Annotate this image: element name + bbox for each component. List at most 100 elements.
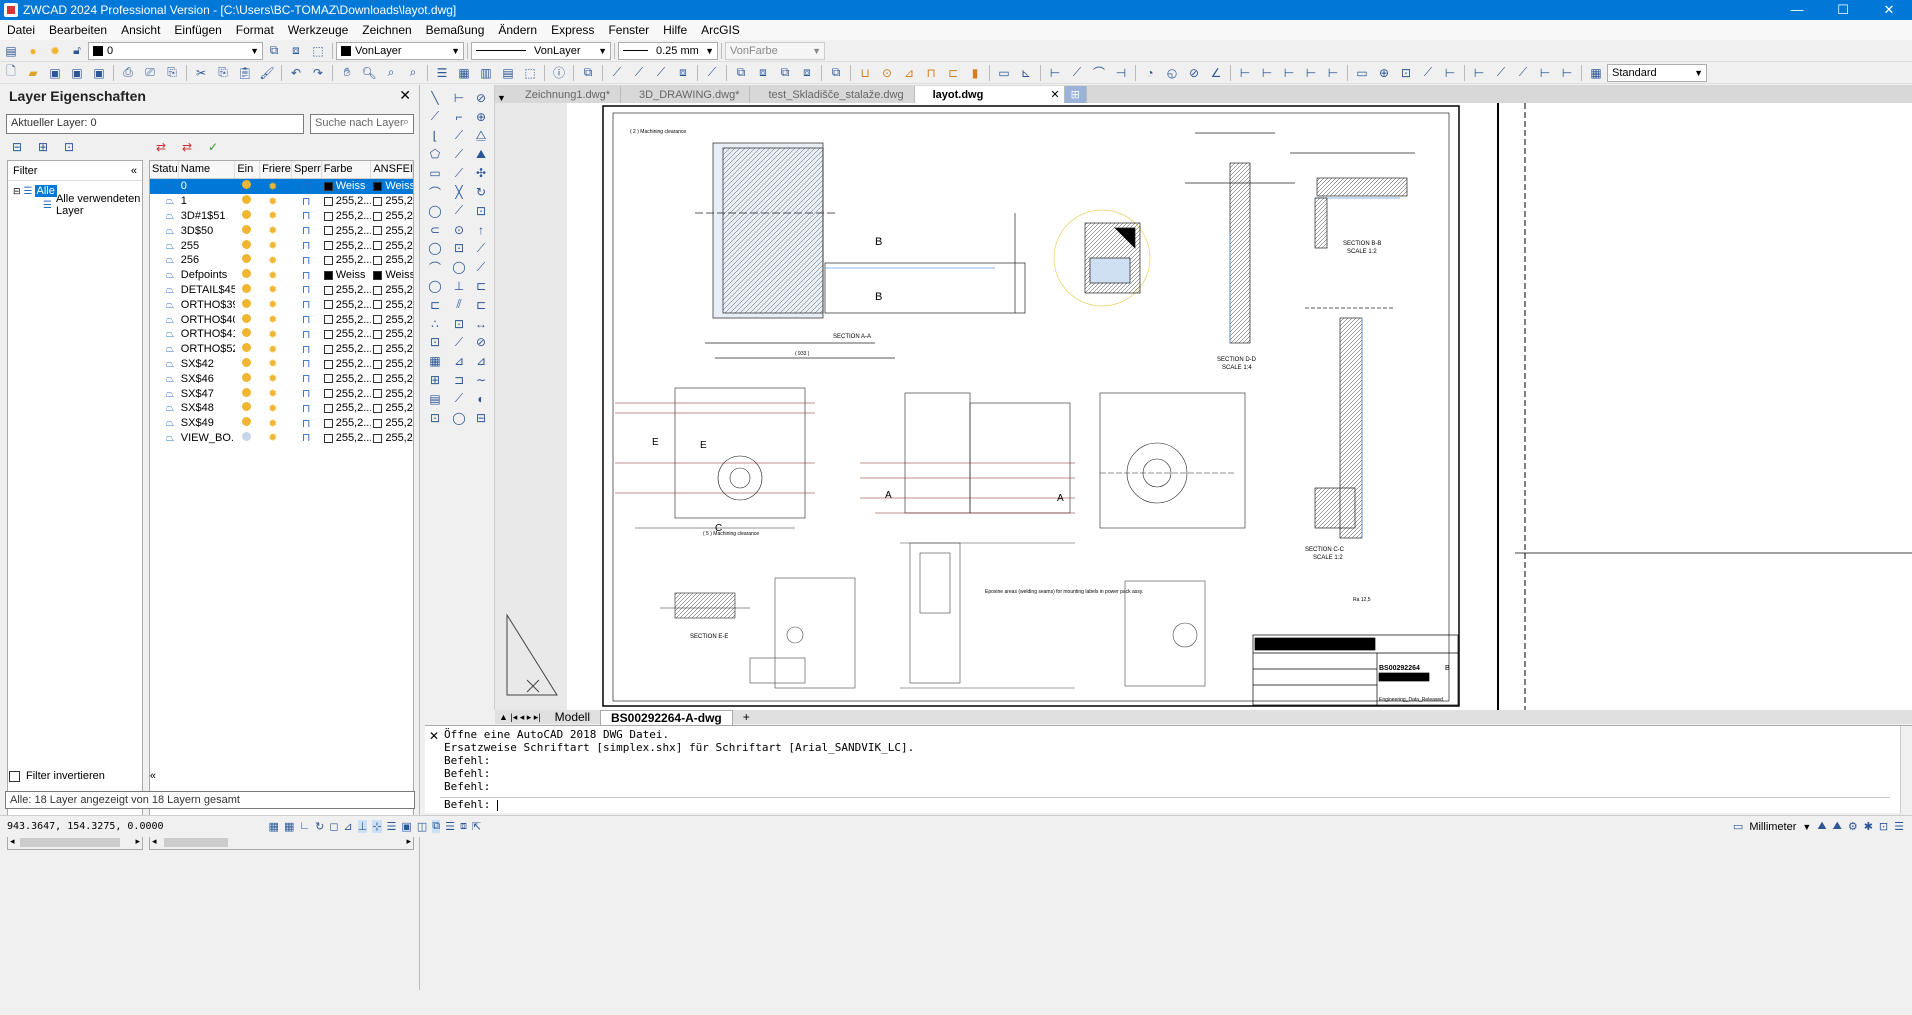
dim-edit-icon[interactable]: ⊢ (1441, 64, 1459, 82)
table-row[interactable]: ⏢ Defpoints ✹ ⊓ Weiss Weiss (150, 268, 413, 283)
publish-icon[interactable]: ⎘ (163, 64, 181, 82)
draw-tool-10-1-icon[interactable]: ⊥ (450, 277, 468, 295)
otrack-icon[interactable]: ⊿ (344, 820, 353, 833)
layer-name[interactable]: ORTHO$40 (179, 314, 236, 326)
layer-color[interactable]: 255,2... (336, 373, 372, 385)
dim-ordinate-icon[interactable]: ⊣ (1112, 64, 1130, 82)
units-dropdown[interactable]: Millimeter (1749, 821, 1796, 833)
modify-tool-2-icon[interactable]: ⧋ (472, 127, 490, 145)
layer-name[interactable]: SX$47 (179, 388, 236, 400)
copy-icon[interactable]: ⎘ (214, 64, 232, 82)
tool-14-icon[interactable]: ⊓ (922, 64, 940, 82)
sun-icon[interactable]: ✹ (268, 314, 277, 326)
layer-color[interactable]: 255,2... (336, 358, 372, 370)
layer-color[interactable]: 255,2... (336, 299, 372, 311)
dim-angular-icon[interactable]: ∠ (1207, 64, 1225, 82)
menu-ansicht[interactable]: Ansicht (114, 23, 167, 37)
draw-tool-15-0-icon[interactable]: ⊞ (426, 371, 444, 389)
linetype-dropdown[interactable]: VonLayer ▼ (471, 41, 611, 60)
tool-18-icon[interactable]: ⊾ (1017, 64, 1035, 82)
layer-vp-color[interactable]: 255,2... (385, 432, 413, 444)
table-row[interactable]: ⏢ SX$46 ✹ ⊓ 255,2... 255,2... (150, 371, 413, 386)
tab-3d-drawing[interactable]: 3D_DRAWING.dwg* (621, 86, 751, 103)
redo-icon[interactable]: ↷ (309, 64, 327, 82)
layer-name[interactable]: 3D$50 (179, 225, 236, 237)
color-swatch[interactable] (323, 270, 333, 280)
unlock-icon[interactable]: ⊓ (302, 358, 311, 370)
selection-cycling-icon[interactable]: ◫ (417, 820, 427, 833)
table-row[interactable]: ⏢ SX$42 ✹ ⊓ 255,2... 255,2... (150, 357, 413, 372)
close-window-button[interactable]: ✕ (1866, 0, 1912, 20)
layer-color[interactable]: 255,2... (336, 210, 372, 222)
layer-vp-color[interactable]: 255,2... (385, 284, 413, 296)
color-swatch[interactable] (323, 226, 333, 236)
new-tab-button[interactable]: ⊞ (1064, 86, 1087, 103)
layout-icon[interactable]: ⧈ (460, 820, 467, 833)
modify-tool-4-icon[interactable]: ⧈ (674, 64, 692, 82)
modify-tool-0-icon[interactable]: ⊘ (472, 89, 490, 107)
unlock-icon[interactable]: ⊓ (302, 329, 311, 341)
modify-tool-5-icon[interactable]: ↻ (472, 183, 490, 201)
layer-states-icon[interactable]: ⧈ (287, 42, 305, 60)
color-swatch[interactable] (373, 270, 383, 280)
table-row[interactable]: ⏢ ORTHO$40 ✹ ⊓ 255,2... 255,2... (150, 312, 413, 327)
print-icon[interactable]: ⎙ (119, 64, 137, 82)
tab-skladisce[interactable]: test_Skladišče_stalaže.dwg (750, 86, 915, 103)
unlock-icon[interactable]: ⊓ (302, 225, 311, 237)
tool-12-icon[interactable]: ⊙ (878, 64, 896, 82)
dyn-icon[interactable]: ⊹ (372, 820, 382, 833)
unlock-icon[interactable]: ⊓ (302, 196, 311, 208)
tab-menu-icon[interactable]: ▼ (495, 93, 507, 103)
color-swatch[interactable] (373, 315, 383, 325)
light-bulb-icon[interactable] (242, 180, 252, 190)
close-command-icon[interactable]: ✕ (429, 729, 439, 743)
dim-tool-icon[interactable]: ⊢ (1558, 64, 1576, 82)
undo-icon[interactable]: ↶ (287, 64, 305, 82)
modify-tool-7-icon[interactable]: ↑ (472, 221, 490, 239)
tree-node-used[interactable]: ☰ Alle verwendeten Layer (8, 193, 142, 217)
drawing-canvas[interactable]: B B SECTION A-A ( 2 ) Machining clearanc… (495, 103, 1912, 710)
light-bulb-icon[interactable] (242, 269, 252, 279)
layer-name[interactable]: VIEW_BO... (179, 432, 236, 444)
layer-color[interactable]: 255,2... (336, 195, 372, 207)
layer-name[interactable]: ORTHO$39 (179, 299, 236, 311)
dim-update-icon[interactable]: ⟋ (1492, 64, 1510, 82)
layer-vp-color[interactable]: 255,2... (385, 402, 413, 414)
new-file-icon[interactable]: 🗋︎ (2, 64, 20, 82)
modify-tool-1-icon[interactable]: ⟋ (608, 64, 626, 82)
draw-tool-7-1-icon[interactable]: ⊙ (450, 221, 468, 239)
new-layer-icon[interactable]: ⇄ (152, 138, 170, 156)
dim-jogged-icon[interactable]: ◵ (1163, 64, 1181, 82)
light-bulb-icon[interactable] (242, 417, 252, 427)
layer-manager-icon[interactable]: ▤ (2, 42, 20, 60)
layer-vp-color[interactable]: 255,2... (385, 417, 413, 429)
layer-name[interactable]: 0 (179, 180, 236, 192)
layer-color[interactable]: 255,2... (336, 225, 372, 237)
layer-name[interactable]: SX$49 (179, 417, 236, 429)
layer-vp-color[interactable]: 255,2... (385, 358, 413, 370)
modify-tool-3-icon[interactable]: ⛰ (472, 145, 490, 163)
layer-color[interactable]: Weiss (336, 269, 366, 281)
zoom-window-icon[interactable]: ⌕ (382, 64, 400, 82)
menu-express[interactable]: Express (544, 23, 601, 37)
pan-icon[interactable]: ✋︎ (338, 64, 356, 82)
sun-icon[interactable]: ✹ (268, 225, 277, 237)
tool-16-icon[interactable]: ▮ (966, 64, 984, 82)
table-row[interactable]: ⏢ 1 ✹ ⊓ 255,2... 255,2... (150, 194, 413, 209)
center-mark-icon[interactable]: ⊕ (1375, 64, 1393, 82)
unlock-icon[interactable]: ⊓ (302, 418, 311, 430)
modify-tool-17-icon[interactable]: ⊟ (472, 409, 490, 427)
command-scrollbar[interactable] (1900, 726, 1912, 814)
draw-tool-7-0-icon[interactable]: ⊂ (426, 221, 444, 239)
color-swatch[interactable] (323, 344, 333, 354)
draw-tool-17-0-icon[interactable]: ⊡ (426, 409, 444, 427)
unlock-icon[interactable]: ⊓ (302, 255, 311, 267)
draw-tool-6-1-icon[interactable]: ⟋ (450, 202, 468, 220)
draw-tool-12-0-icon[interactable]: ∴ (426, 315, 444, 333)
layer-vp-color[interactable]: 255,2... (385, 210, 413, 222)
modify-tool-6-icon[interactable]: ⧉ (732, 64, 750, 82)
unlock-icon[interactable]: ⊓ (302, 432, 311, 444)
menu-hilfe[interactable]: Hilfe (656, 23, 694, 37)
table-row[interactable]: ⏢ ORTHO$52 ✹ ⊓ 255,2... 255,2... (150, 342, 413, 357)
layer-color[interactable]: 255,2... (336, 343, 372, 355)
